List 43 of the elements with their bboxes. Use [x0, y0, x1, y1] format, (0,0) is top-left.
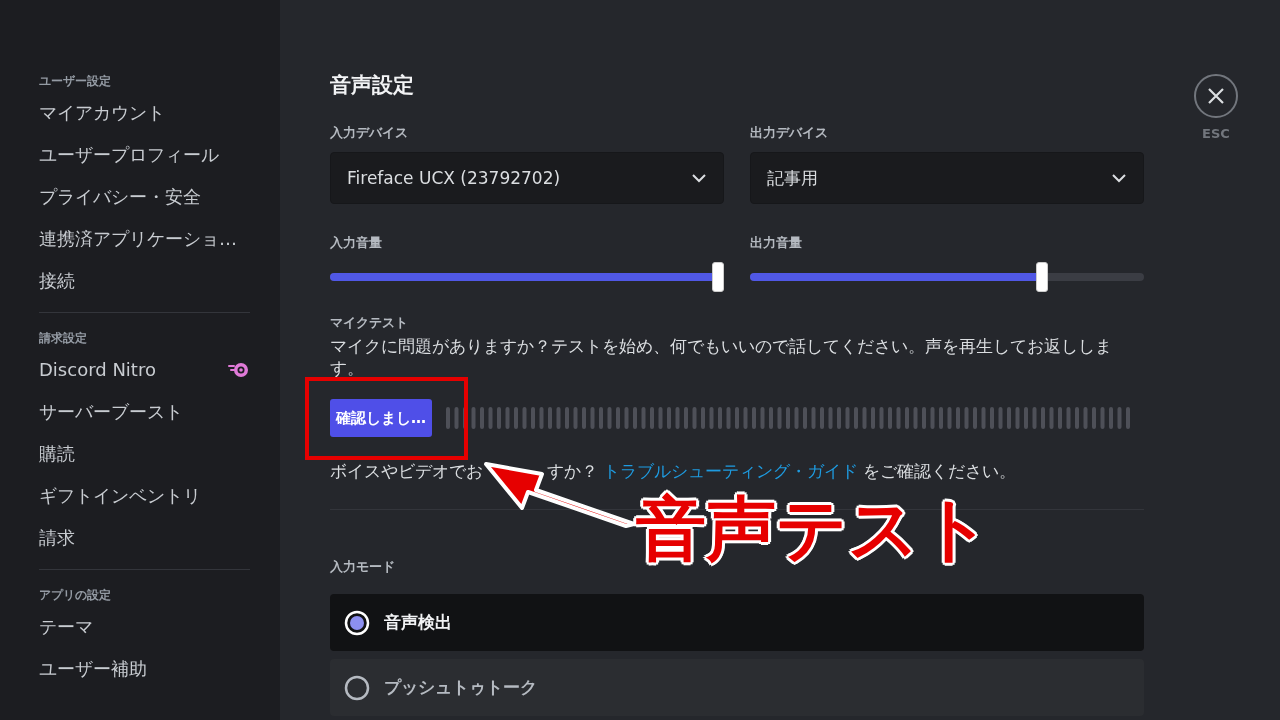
field-label: 入力音量 — [330, 234, 382, 252]
volume-slider[interactable] — [750, 262, 1144, 292]
radio-icon — [344, 674, 370, 701]
slider-thumb[interactable] — [712, 262, 725, 292]
sidebar-item[interactable]: マイアカウント — [39, 92, 165, 134]
sidebar-item[interactable]: テーマ — [39, 606, 93, 648]
radio-option[interactable]: プッシュトゥトーク — [330, 659, 1144, 716]
radio-option[interactable]: 音声検出 — [330, 594, 1144, 651]
sidebar-item[interactable]: プライバシー・安全 — [39, 176, 201, 218]
close-button[interactable] — [1194, 74, 1238, 118]
section-header: ユーザー設定 — [39, 73, 112, 90]
sidebar-item[interactable]: サーバーブースト — [39, 391, 183, 433]
section-label: マイクテスト — [330, 314, 408, 332]
field-label: 入力デバイス — [330, 124, 408, 142]
nitro-icon — [228, 362, 250, 378]
sidebar-item[interactable]: 請求 — [39, 517, 75, 559]
section-header: アプリの設定 — [39, 587, 112, 604]
chevron-down-icon — [1111, 173, 1127, 183]
test-button[interactable]: 確認しまし… — [330, 399, 432, 437]
section-header: 請求設定 — [39, 330, 88, 347]
field-label: 出力音量 — [750, 234, 802, 252]
section-label: 入力モード — [330, 558, 395, 576]
close-icon — [1207, 87, 1225, 105]
sidebar-item[interactable]: ギフトインベントリ — [39, 475, 201, 517]
shortcut-label: ESC — [1202, 126, 1230, 141]
sidebar-item[interactable]: 連携済アプリケーショ… — [39, 218, 237, 260]
sidebar-item[interactable]: 購読 — [39, 433, 75, 475]
slider-thumb[interactable] — [1035, 262, 1048, 292]
sidebar-item[interactable]: ユーザー補助 — [39, 648, 147, 690]
chevron-down-icon — [691, 173, 707, 183]
help-text: ボイスやビデオでお すか？ トラブルシューティング・ガイド をご確認ください。 — [330, 461, 1018, 483]
device-dropdown[interactable]: 記事用 — [750, 152, 1144, 204]
annotation-text: 音声テスト — [636, 487, 992, 572]
sidebar-item[interactable]: Discord Nitro — [39, 349, 156, 391]
device-dropdown[interactable]: Fireface UCX (23792702) — [330, 152, 724, 204]
volume-slider[interactable] — [330, 262, 724, 292]
radio-selected-icon — [344, 609, 370, 636]
sidebar-item[interactable]: ユーザープロフィール — [39, 134, 219, 176]
description-text: マイクに問題がありますか？テストを始め、何でもいいので話してください。声を再生してお返しします。 — [330, 336, 1113, 380]
page-title: 音声設定 — [330, 72, 415, 99]
field-label: 出力デバイス — [750, 124, 828, 142]
sidebar-item[interactable]: 接続 — [39, 260, 75, 302]
troubleshooting-link[interactable]: トラブルシューティング・ガイド — [603, 462, 859, 481]
